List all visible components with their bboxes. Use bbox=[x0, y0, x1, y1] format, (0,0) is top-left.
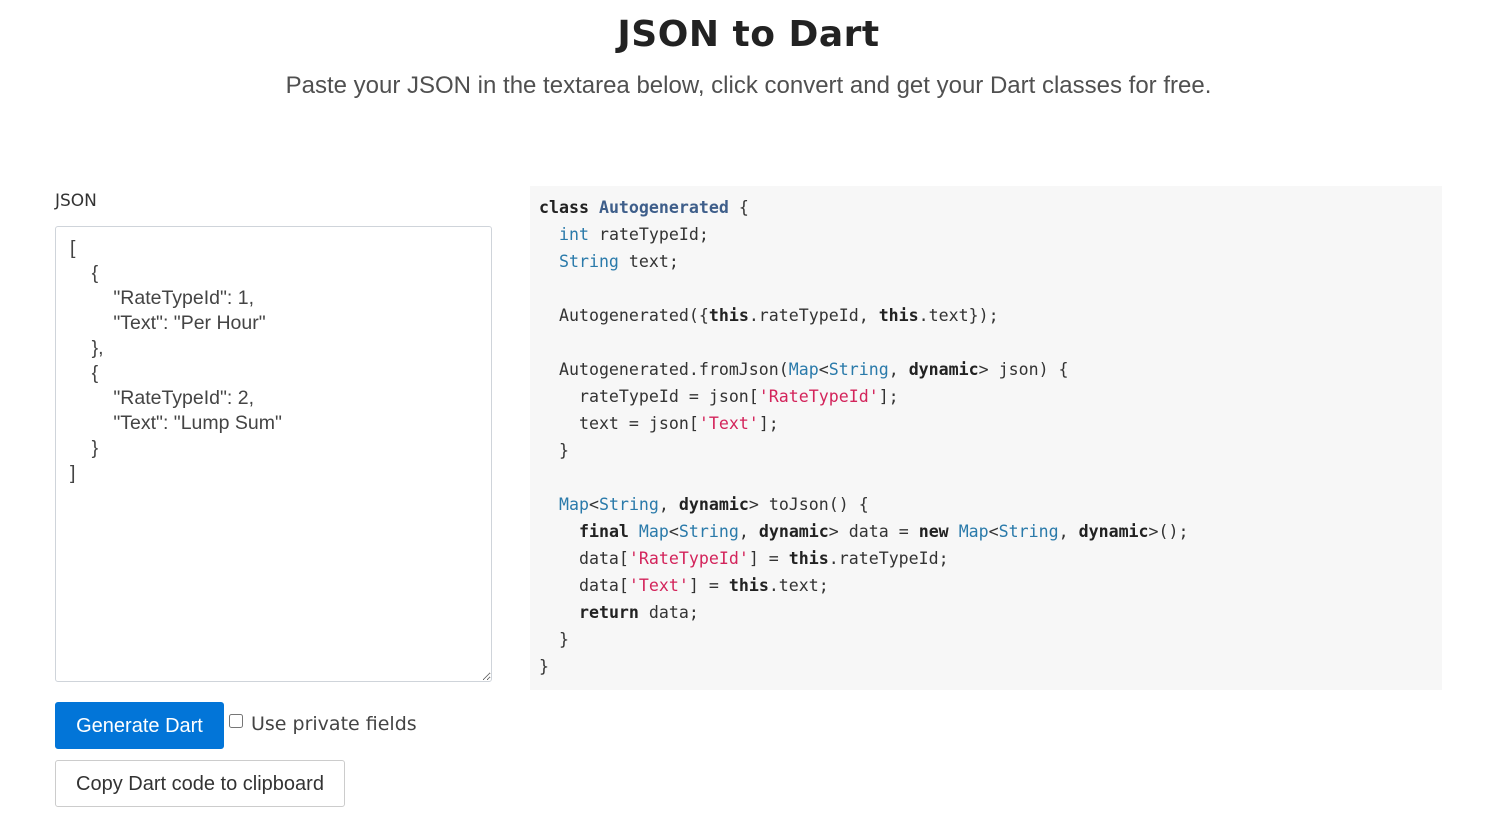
code-line: final Map<String, dynamic> data = new Ma… bbox=[578, 522, 1189, 541]
page-title: JSON to Dart bbox=[617, 14, 880, 55]
code-line: return data; bbox=[578, 603, 699, 622]
code-line: Autogenerated.fromJson(Map<String, dynam… bbox=[539, 360, 1069, 379]
code-line: } bbox=[539, 441, 569, 460]
code-line: Map<String, dynamic> toJson() { bbox=[558, 495, 869, 514]
code-line: text = json['Text']; bbox=[539, 414, 779, 433]
json-input[interactable] bbox=[55, 226, 492, 682]
code-line: data['Text'] = this.text; bbox=[539, 576, 829, 595]
copy-dart-code-button[interactable]: Copy Dart code to clipboard bbox=[55, 760, 345, 807]
code-line: Autogenerated({this.rateTypeId, this.tex… bbox=[539, 306, 999, 325]
private-fields-label[interactable]: Use private fields bbox=[251, 713, 417, 735]
code-line: } bbox=[539, 630, 569, 649]
code-line: rateTypeId = json['RateTypeId']; bbox=[539, 387, 899, 406]
private-fields-option: Use private fields bbox=[228, 712, 417, 736]
code-line: } bbox=[539, 657, 549, 676]
json-input-label: JSON bbox=[55, 191, 97, 211]
page: JSON to Dart Paste your JSON in the text… bbox=[0, 0, 1501, 824]
code-line: data['RateTypeId'] = this.rateTypeId; bbox=[539, 549, 949, 568]
page-subtitle: Paste your JSON in the textarea below, c… bbox=[285, 72, 1212, 99]
dart-code-block: class Autogenerated { int rateTypeId; St… bbox=[539, 194, 1433, 680]
generate-dart-button[interactable]: Generate Dart bbox=[55, 702, 224, 749]
private-fields-checkbox[interactable] bbox=[229, 714, 243, 728]
code-line: String text; bbox=[558, 252, 679, 271]
dart-output-panel: class Autogenerated { int rateTypeId; St… bbox=[530, 186, 1442, 690]
code-line: int rateTypeId; bbox=[558, 225, 709, 244]
code-line: class Autogenerated { bbox=[539, 198, 749, 217]
